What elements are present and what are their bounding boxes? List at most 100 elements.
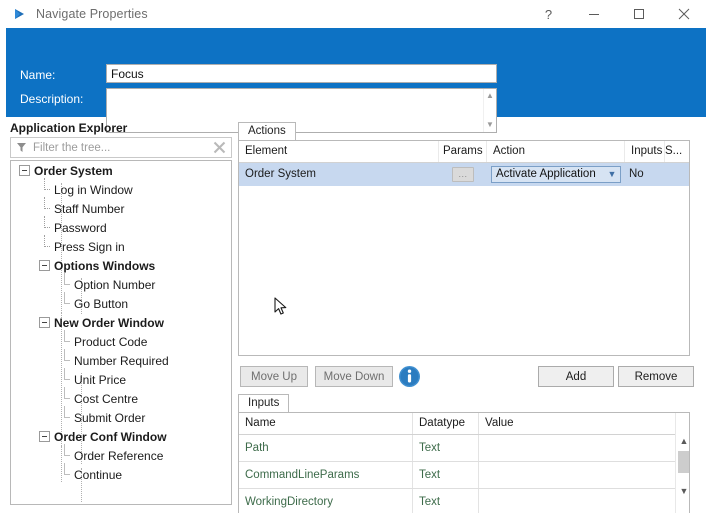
filter-input[interactable] <box>31 140 209 155</box>
tree-item-label: Press Sign in <box>54 239 125 254</box>
collapse-expander-icon[interactable] <box>39 317 50 328</box>
tree-connector-icon <box>59 463 70 484</box>
tree-item-label: Order Conf Window <box>54 429 167 444</box>
tree-item[interactable]: Unit Price <box>11 368 231 389</box>
tree-item[interactable]: Number Required <box>11 349 231 370</box>
collapse-expander-icon[interactable] <box>39 431 50 442</box>
cell-action[interactable]: Activate Application ▼ <box>487 163 625 186</box>
tree-item-label: Options Windows <box>54 258 156 273</box>
cell-value[interactable] <box>479 462 675 488</box>
actions-grid[interactable]: Element Params Action Inputs S... Order … <box>238 140 690 356</box>
move-down-button[interactable]: Move Down <box>315 366 393 387</box>
tree-item[interactable]: Order Reference <box>11 444 231 465</box>
column-header-element[interactable]: Element <box>239 141 439 162</box>
close-icon[interactable] <box>661 0 706 28</box>
tree-item[interactable]: Submit Order <box>11 406 231 427</box>
cell-s[interactable] <box>665 163 689 186</box>
chevron-up-icon[interactable]: ▲ <box>676 433 689 449</box>
cell-value[interactable] <box>479 435 675 461</box>
application-tree[interactable]: Order System Log in Window Staff Number Pas… <box>10 160 232 505</box>
cell-name[interactable]: Path <box>239 435 413 461</box>
column-header-value[interactable]: Value <box>479 413 675 434</box>
remove-button[interactable]: Remove <box>618 366 694 387</box>
tree-item[interactable]: Cost Centre <box>11 387 231 408</box>
tree-item-label: New Order Window <box>54 315 164 330</box>
chevron-down-icon[interactable]: ▼ <box>676 483 689 499</box>
inputs-scrollbar[interactable]: ▲ ▼ <box>675 413 689 513</box>
cell-element[interactable]: Order System <box>239 163 439 186</box>
tab-inputs[interactable]: Inputs <box>238 394 290 412</box>
column-header-datatype[interactable]: Datatype <box>413 413 479 434</box>
column-header-inputs[interactable]: Inputs <box>625 141 665 162</box>
chevron-down-icon[interactable]: ▼ <box>604 167 620 182</box>
action-dropdown[interactable]: Activate Application ▼ <box>491 166 621 183</box>
params-button[interactable]: ... <box>452 167 474 182</box>
name-input[interactable] <box>106 64 497 83</box>
cell-datatype[interactable]: Text <box>413 462 479 488</box>
cell-inputs[interactable]: No <box>625 163 665 186</box>
column-header-s[interactable]: S... <box>665 141 689 162</box>
application-explorer-title: Application Explorer <box>10 121 128 135</box>
funnel-icon <box>16 142 27 153</box>
tree-item-label: Option Number <box>74 277 156 292</box>
description-label: Description: <box>20 92 84 106</box>
collapse-expander-icon[interactable] <box>39 260 50 271</box>
move-up-button[interactable]: Move Up <box>240 366 308 387</box>
inputs-grid-header: Name Datatype Value <box>239 413 675 435</box>
column-header-action[interactable]: Action <box>487 141 625 162</box>
chevron-up-icon[interactable]: ▲ <box>486 92 494 100</box>
window-controls: ? <box>526 0 706 28</box>
cell-datatype[interactable]: Text <box>413 489 479 513</box>
tree-item-label: Log in Window <box>54 182 133 197</box>
collapse-expander-icon[interactable] <box>19 165 30 176</box>
actions-grid-header: Element Params Action Inputs S... <box>239 141 689 163</box>
tree-item[interactable]: Continue <box>11 463 231 484</box>
add-button[interactable]: Add <box>538 366 614 387</box>
table-row[interactable]: WorkingDirectory Text <box>239 489 675 513</box>
maximize-icon[interactable] <box>616 0 661 28</box>
tree-item-label: Number Required <box>74 353 169 368</box>
title-bar: Navigate Properties ? <box>0 0 706 28</box>
properties-header-panel: Name: Description: ▲ ▼ <box>6 28 706 133</box>
cell-value[interactable] <box>479 489 675 513</box>
minimize-icon[interactable] <box>571 0 616 28</box>
tree-item[interactable]: Go Button <box>11 292 231 313</box>
scrollbar-thumb[interactable] <box>678 451 689 473</box>
inputs-grid[interactable]: Name Datatype Value Path Text CommandLineP… <box>238 412 690 513</box>
tree-item[interactable]: Press Sign in <box>11 235 231 256</box>
window-title: Navigate Properties <box>36 7 148 21</box>
action-dropdown-value: Activate Application <box>496 168 596 180</box>
tree-item-label: Continue <box>74 467 123 482</box>
tree-item-label: Submit Order <box>74 410 146 425</box>
tree-connector-icon <box>59 292 70 313</box>
cell-name[interactable]: WorkingDirectory <box>239 489 413 513</box>
tree-item-label: Order Reference <box>74 448 164 463</box>
clear-filter-icon[interactable] <box>209 141 229 154</box>
tree-item[interactable]: New Order Window <box>11 313 231 332</box>
tree-item[interactable]: Product Code <box>11 330 231 351</box>
cell-params[interactable]: ... <box>439 163 487 186</box>
tree-item-label: Go Button <box>74 296 129 311</box>
info-icon[interactable] <box>398 365 421 388</box>
tree-connector-icon <box>39 235 50 256</box>
help-button[interactable]: ? <box>526 0 571 28</box>
tree-item[interactable]: Order Conf Window <box>11 427 231 446</box>
tree-item-label: Order System <box>34 163 113 178</box>
column-header-name[interactable]: Name <box>239 413 413 434</box>
tree-item[interactable]: Option Number <box>11 273 231 294</box>
actions-tab-strip: Actions <box>238 122 690 140</box>
tree-item[interactable]: Options Windows <box>11 256 231 275</box>
table-row[interactable]: CommandLineParams Text <box>239 462 675 489</box>
tab-actions[interactable]: Actions <box>238 122 296 140</box>
tree-filter-box[interactable] <box>10 137 232 158</box>
table-row[interactable]: Order System ... Activate Application ▼ … <box>239 163 689 186</box>
cell-datatype[interactable]: Text <box>413 435 479 461</box>
table-row[interactable]: Path Text <box>239 435 675 462</box>
navigate-arrow-icon <box>12 6 28 22</box>
tree-item-label: Cost Centre <box>74 391 139 406</box>
column-header-params[interactable]: Params <box>439 141 487 162</box>
tree-item-label: Staff Number <box>54 201 125 216</box>
cell-name[interactable]: CommandLineParams <box>239 462 413 488</box>
inputs-tab-strip: Inputs <box>238 394 690 412</box>
tree-item-label: Unit Price <box>74 372 127 387</box>
